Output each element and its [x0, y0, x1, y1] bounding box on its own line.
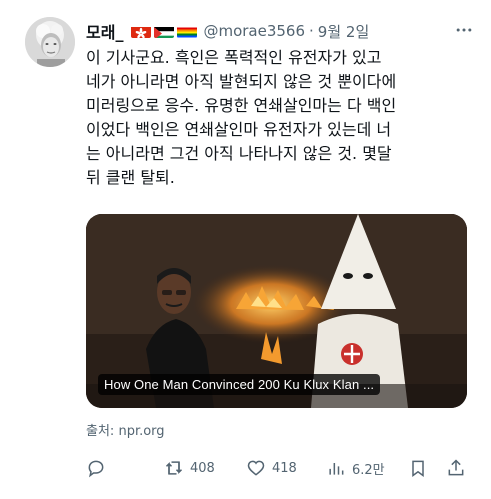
reply-icon — [88, 460, 104, 478]
heart-icon — [247, 460, 265, 476]
tweet-text: 이 기사군요. 흑인은 폭력적인 유전자가 있고 네가 아니라면 아직 발현되지… — [86, 48, 397, 187]
share-icon — [448, 459, 464, 476]
bookmark-icon — [412, 460, 424, 477]
card-source: 출처: npr.org — [86, 420, 165, 439]
action-bar: 408 418 6.2만 — [82, 455, 476, 481]
display-name[interactable]: 모래_ — [86, 19, 123, 43]
views-chart-icon — [329, 463, 344, 475]
view-count: 6.2만 — [352, 462, 385, 478]
bookmark-button[interactable] — [408, 455, 428, 481]
palestine-flag-icon — [154, 25, 175, 38]
tweet-header: 모래_ @morae3566 · 9월 2일 — [86, 19, 369, 43]
user-handle[interactable]: @morae3566 — [203, 22, 305, 40]
share-button[interactable] — [446, 455, 466, 481]
avatar-image — [25, 17, 75, 67]
flag-emojis — [131, 25, 198, 38]
retweet-icon — [165, 461, 183, 475]
source-link[interactable]: npr.org — [118, 424, 164, 439]
rainbow-flag-icon — [177, 25, 198, 38]
tweet: 모래_ @morae3566 · 9월 2일 이 기사군요. 흑인은 폭력적인 … — [0, 0, 491, 499]
reply-button[interactable] — [86, 455, 112, 481]
more-icon — [456, 28, 472, 32]
like-count: 418 — [272, 460, 297, 476]
card-title: How One Man Convinced 200 Ku Klux Klan .… — [98, 374, 381, 395]
tweet-date[interactable]: 9월 2일 — [318, 21, 369, 42]
avatar[interactable] — [25, 17, 75, 67]
link-card[interactable]: How One Man Convinced 200 Ku Klux Klan .… — [86, 214, 467, 408]
more-options-button[interactable] — [452, 18, 476, 42]
separator-dot: · — [309, 22, 314, 40]
retweet-button[interactable]: 408 — [164, 455, 215, 481]
like-button[interactable]: 418 — [246, 455, 297, 481]
views-button[interactable]: 6.2만 — [326, 455, 385, 481]
hong-kong-flag-icon — [131, 25, 152, 38]
retweet-count: 408 — [190, 460, 215, 476]
source-label: 출처: — [86, 424, 115, 439]
